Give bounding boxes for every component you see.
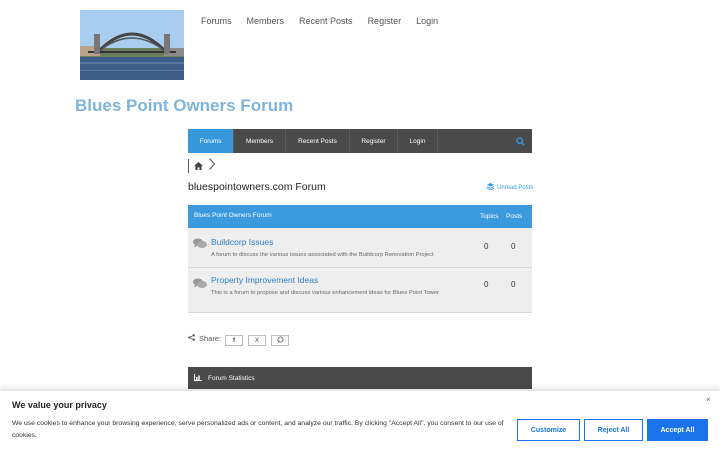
forum-nav-login[interactable]: Login	[398, 129, 438, 153]
cookie-text: We use cookies to enhance your browsing …	[12, 420, 504, 439]
forum-statistics-bar: Forum Statistics	[188, 367, 532, 389]
cookie-title: We value your privacy	[12, 400, 107, 410]
stats-label: Forum Statistics	[208, 374, 255, 382]
forum-description: A forum to discuss the various issues as…	[211, 252, 434, 258]
forum-title-link[interactable]: Property Improvement Ideas	[211, 275, 318, 285]
cookie-consent-banner: We value your privacy We use cookies to …	[0, 391, 720, 450]
search-icon[interactable]	[508, 129, 532, 153]
top-nav: Forums Members Recent Posts Register Log…	[201, 16, 438, 26]
accept-all-button[interactable]: Accept All	[647, 419, 708, 441]
forum-description: This is a forum to propose and discuss v…	[211, 290, 440, 296]
share-section: Share:	[188, 334, 221, 343]
unread-posts-link[interactable]: Unread Posts	[486, 183, 534, 192]
forum-row: Property Improvement Ideas This is a for…	[188, 268, 532, 313]
forum-chat-icon	[193, 236, 207, 254]
top-nav-recent-posts[interactable]: Recent Posts	[299, 16, 353, 26]
forum-chat-icon	[193, 276, 207, 294]
forum-heading: bluespointowners.com Forum	[188, 181, 326, 193]
forum-nav-members[interactable]: Members	[234, 129, 286, 153]
posts-count: 0	[511, 280, 516, 289]
x-share-button[interactable]: X	[248, 335, 266, 346]
bridge-image	[80, 10, 184, 80]
unread-posts-label: Unread Posts	[497, 184, 534, 191]
close-icon[interactable]: ×	[706, 395, 711, 404]
forum-nav-bar: Forums Members Recent Posts Register Log…	[188, 129, 532, 153]
whatsapp-icon	[277, 336, 284, 345]
breadcrumb-divider	[188, 159, 189, 173]
whatsapp-share-button[interactable]	[271, 335, 289, 346]
customize-button[interactable]: Customize	[517, 419, 580, 441]
site-title[interactable]: Blues Point Owners Forum	[75, 96, 293, 116]
site-logo[interactable]	[80, 10, 184, 80]
forum-row: Buildcorp Issues A forum to discuss the …	[188, 228, 532, 268]
forum-nav-forums[interactable]: Forums	[188, 129, 234, 153]
share-label: Share:	[199, 334, 222, 343]
forum-nav-recent-posts[interactable]: Recent Posts	[286, 129, 350, 153]
stats-icon	[194, 373, 202, 383]
home-icon[interactable]	[194, 157, 203, 175]
breadcrumb	[188, 157, 216, 175]
top-nav-register[interactable]: Register	[368, 16, 402, 26]
page: Forums Members Recent Posts Register Log…	[0, 0, 720, 450]
top-nav-login[interactable]: Login	[416, 16, 438, 26]
facebook-share-button[interactable]: f	[225, 335, 243, 346]
posts-count: 0	[511, 242, 516, 251]
topics-count: 0	[484, 280, 489, 289]
topics-column-header: Topics	[480, 213, 499, 220]
category-link[interactable]: Blues Point Owners Forum	[194, 212, 272, 219]
top-nav-members[interactable]: Members	[247, 16, 285, 26]
x-icon: X	[254, 337, 259, 344]
reject-all-button[interactable]: Reject All	[584, 419, 643, 441]
topics-count: 0	[484, 242, 489, 251]
forum-table-header: Blues Point Owners Forum Topics Posts	[188, 205, 532, 228]
forum-nav-register[interactable]: Register	[350, 129, 398, 153]
share-icon	[188, 334, 195, 343]
chevron-right-icon	[209, 157, 216, 175]
posts-column-header: Posts	[506, 213, 523, 220]
top-nav-forums[interactable]: Forums	[201, 16, 232, 26]
layers-icon	[486, 183, 495, 192]
facebook-icon: f	[233, 337, 235, 344]
forum-title-link[interactable]: Buildcorp Issues	[211, 237, 273, 247]
